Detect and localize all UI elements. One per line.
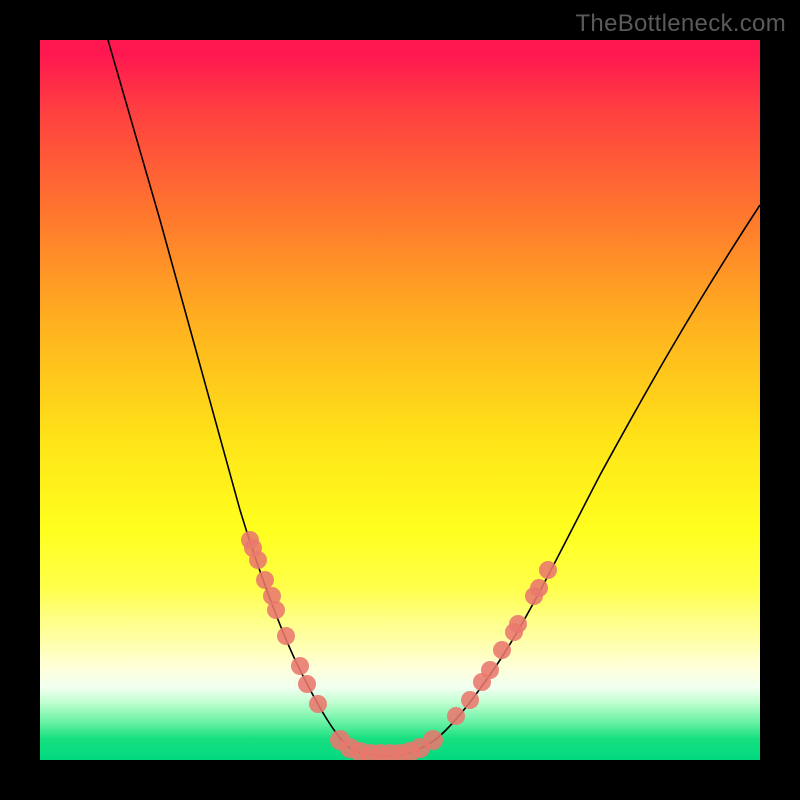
data-marker xyxy=(267,601,285,619)
chart-frame: TheBottleneck.com xyxy=(0,0,800,800)
data-marker xyxy=(481,661,499,679)
plot-area xyxy=(40,40,760,760)
data-marker xyxy=(256,571,274,589)
data-marker xyxy=(493,641,511,659)
data-marker xyxy=(309,695,327,713)
data-marker xyxy=(291,657,309,675)
data-marker xyxy=(509,615,527,633)
data-marker xyxy=(530,579,548,597)
data-marker xyxy=(298,675,316,693)
bottleneck-curve xyxy=(108,40,760,756)
data-marker xyxy=(249,551,267,569)
data-marker xyxy=(447,707,465,725)
data-marker xyxy=(423,730,443,750)
watermark-text: TheBottleneck.com xyxy=(575,10,786,38)
data-marker xyxy=(277,627,295,645)
data-marker xyxy=(461,691,479,709)
bottleneck-curve-svg xyxy=(40,40,760,760)
data-marker xyxy=(539,561,557,579)
